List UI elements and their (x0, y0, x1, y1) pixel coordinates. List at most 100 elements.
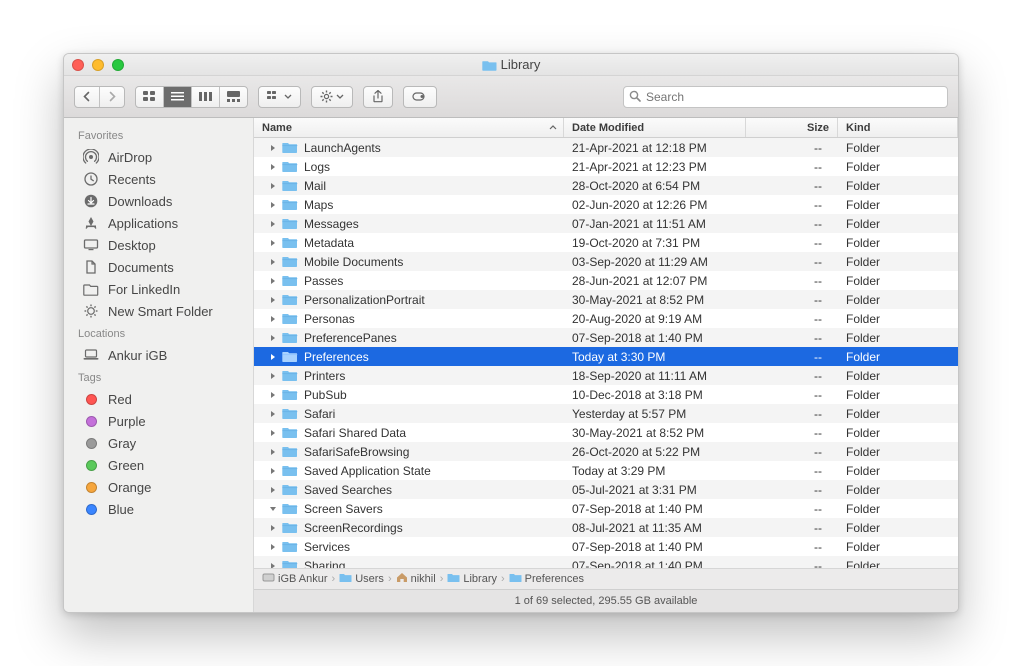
path-segment[interactable]: Preferences (509, 572, 584, 586)
column-kind[interactable]: Kind (838, 118, 958, 137)
path-segment[interactable]: iGB Ankur (262, 572, 328, 586)
sidebar-item[interactable]: Downloads (64, 190, 253, 212)
sidebar-item[interactable]: Orange (64, 476, 253, 498)
arrange-button[interactable] (258, 86, 301, 108)
file-row[interactable]: PreferencesToday at 3:30 PM--Folder (254, 347, 958, 366)
disclosure-triangle-icon[interactable] (268, 391, 278, 399)
path-segment[interactable]: Users (339, 572, 384, 586)
disclosure-triangle-icon[interactable] (268, 410, 278, 418)
sidebar-item[interactable]: Recents (64, 168, 253, 190)
file-row[interactable]: Maps02-Jun-2020 at 12:26 PM--Folder (254, 195, 958, 214)
disclosure-triangle-icon[interactable] (268, 239, 278, 247)
column-name[interactable]: Name (254, 118, 564, 137)
file-row[interactable]: Personas20-Aug-2020 at 9:19 AM--Folder (254, 309, 958, 328)
file-row[interactable]: Printers18-Sep-2020 at 11:11 AM--Folder (254, 366, 958, 385)
view-list-button[interactable] (164, 87, 192, 107)
folder-icon (509, 572, 522, 586)
file-row[interactable]: Services07-Sep-2018 at 1:40 PM--Folder (254, 537, 958, 556)
view-icons-button[interactable] (136, 87, 164, 107)
file-row[interactable]: PubSub10-Dec-2018 at 3:18 PM--Folder (254, 385, 958, 404)
file-row[interactable]: Metadata19-Oct-2020 at 7:31 PM--Folder (254, 233, 958, 252)
file-row[interactable]: Saved Searches05-Jul-2021 at 3:31 PM--Fo… (254, 480, 958, 499)
sidebar-item[interactable]: Green (64, 454, 253, 476)
disclosure-triangle-icon[interactable] (268, 182, 278, 190)
file-row[interactable]: SafariSafeBrowsing26-Oct-2020 at 5:22 PM… (254, 442, 958, 461)
file-kind: Folder (838, 404, 958, 423)
disclosure-triangle-icon[interactable] (268, 372, 278, 380)
file-row[interactable]: PreferencePanes07-Sep-2018 at 1:40 PM--F… (254, 328, 958, 347)
disclosure-triangle-icon[interactable] (268, 448, 278, 456)
column-date[interactable]: Date Modified (564, 118, 746, 137)
disclosure-triangle-icon[interactable] (268, 277, 278, 285)
disclosure-triangle-icon[interactable] (268, 258, 278, 266)
sidebar-item[interactable]: Blue (64, 498, 253, 520)
zoom-button[interactable] (112, 59, 124, 71)
back-button[interactable] (75, 87, 100, 107)
folder-icon (282, 388, 298, 401)
file-row[interactable]: Safari Shared Data30-May-2021 at 8:52 PM… (254, 423, 958, 442)
close-button[interactable] (72, 59, 84, 71)
sidebar-item[interactable]: Purple (64, 410, 253, 432)
sidebar-item[interactable]: Documents (64, 256, 253, 278)
disclosure-triangle-icon[interactable] (268, 505, 278, 513)
sidebar-item-label: Documents (108, 260, 174, 275)
disclosure-triangle-icon[interactable] (268, 486, 278, 494)
file-row[interactable]: Mail28-Oct-2020 at 6:54 PM--Folder (254, 176, 958, 195)
search-icon (629, 90, 641, 102)
folder-icon (482, 59, 497, 71)
share-button[interactable] (363, 86, 393, 108)
file-row[interactable]: ScreenRecordings08-Jul-2021 at 11:35 AM-… (254, 518, 958, 537)
disclosure-triangle-icon[interactable] (268, 220, 278, 228)
disclosure-triangle-icon[interactable] (268, 353, 278, 361)
sidebar-item[interactable]: Red (64, 388, 253, 410)
disclosure-triangle-icon[interactable] (268, 201, 278, 209)
disclosure-triangle-icon[interactable] (268, 144, 278, 152)
sidebar-item[interactable]: Gray (64, 432, 253, 454)
disclosure-triangle-icon[interactable] (268, 467, 278, 475)
file-row[interactable]: Sharing07-Sep-2018 at 1:40 PM--Folder (254, 556, 958, 568)
disclosure-triangle-icon[interactable] (268, 334, 278, 342)
disclosure-triangle-icon[interactable] (268, 543, 278, 551)
sidebar-item[interactable]: For LinkedIn (64, 278, 253, 300)
tags-button[interactable] (403, 86, 437, 108)
titlebar[interactable]: Library (64, 54, 958, 76)
path-bar[interactable]: iGB Ankur›Users›nikhil›Library›Preferenc… (254, 568, 958, 589)
minimize-button[interactable] (92, 59, 104, 71)
file-row[interactable]: Passes28-Jun-2021 at 12:07 PM--Folder (254, 271, 958, 290)
file-row[interactable]: Logs21-Apr-2021 at 12:23 PM--Folder (254, 157, 958, 176)
path-segment[interactable]: Library (447, 572, 497, 586)
disclosure-triangle-icon[interactable] (268, 524, 278, 532)
file-row[interactable]: PersonalizationPortrait30-May-2021 at 8:… (254, 290, 958, 309)
sidebar-item[interactable]: New Smart Folder (64, 300, 253, 322)
file-name: Personas (304, 312, 355, 326)
sidebar-item[interactable]: Ankur iGB (64, 344, 253, 366)
file-row[interactable]: Messages07-Jan-2021 at 11:51 AM--Folder (254, 214, 958, 233)
search-input[interactable] (623, 86, 948, 108)
sidebar-item[interactable]: AirDrop (64, 146, 253, 168)
path-segment[interactable]: nikhil (396, 572, 436, 586)
view-gallery-button[interactable] (220, 87, 247, 107)
folder-icon (282, 483, 298, 496)
file-size: -- (746, 385, 838, 404)
action-button[interactable] (311, 86, 353, 108)
forward-button[interactable] (100, 87, 124, 107)
sidebar-item[interactable]: Applications (64, 212, 253, 234)
disclosure-triangle-icon[interactable] (268, 315, 278, 323)
disclosure-triangle-icon[interactable] (268, 429, 278, 437)
file-row[interactable]: Mobile Documents03-Sep-2020 at 11:29 AM-… (254, 252, 958, 271)
file-size: -- (746, 233, 838, 252)
file-row[interactable]: SafariYesterday at 5:57 PM--Folder (254, 404, 958, 423)
file-row[interactable]: Screen Savers07-Sep-2018 at 1:40 PM--Fol… (254, 499, 958, 518)
sidebar[interactable]: FavoritesAirDropRecentsDownloadsApplicat… (64, 118, 254, 612)
folder-icon (282, 312, 298, 325)
view-columns-button[interactable] (192, 87, 220, 107)
view-mode-group (135, 86, 248, 108)
file-date: Yesterday at 5:57 PM (564, 404, 746, 423)
column-size[interactable]: Size (746, 118, 838, 137)
sidebar-item[interactable]: Desktop (64, 234, 253, 256)
file-row[interactable]: Saved Application StateToday at 3:29 PM-… (254, 461, 958, 480)
disclosure-triangle-icon[interactable] (268, 163, 278, 171)
file-list[interactable]: LaunchAgents21-Apr-2021 at 12:18 PM--Fol… (254, 138, 958, 568)
file-row[interactable]: LaunchAgents21-Apr-2021 at 12:18 PM--Fol… (254, 138, 958, 157)
disclosure-triangle-icon[interactable] (268, 296, 278, 304)
